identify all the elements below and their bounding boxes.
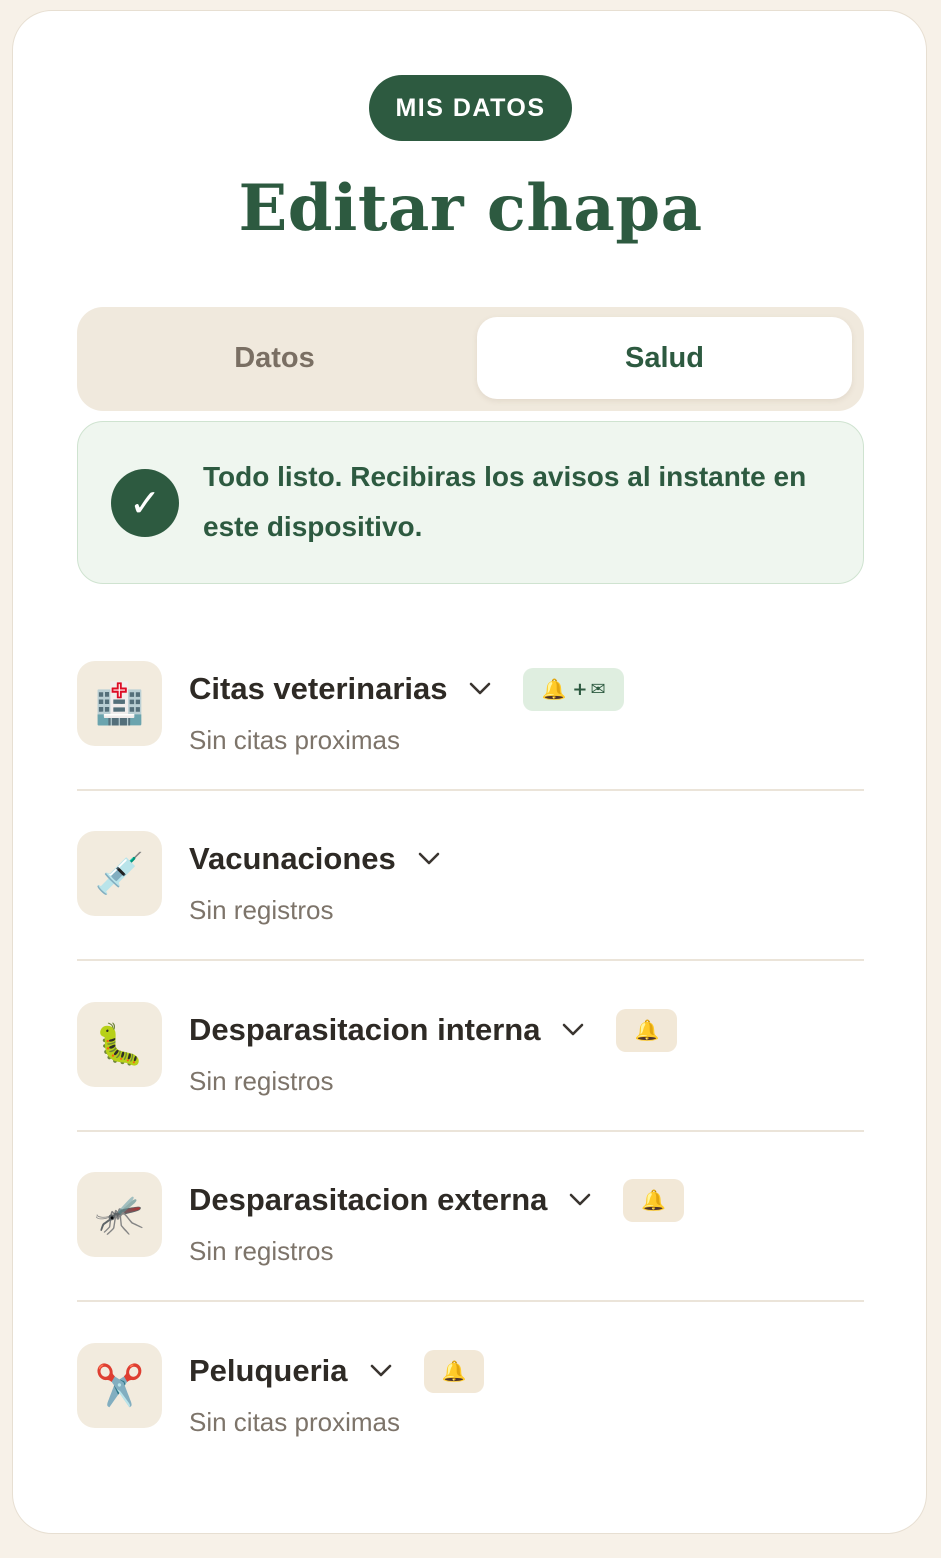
notification-badge[interactable]: 🔔 bbox=[623, 1178, 685, 1222]
scissors-icon: ✂️ bbox=[77, 1343, 162, 1428]
tab-datos[interactable]: Datos bbox=[87, 317, 462, 399]
section-title: Citas veterinarias bbox=[189, 671, 448, 706]
notification-badge[interactable]: 🔔 bbox=[616, 1008, 678, 1052]
section-title: Peluqueria bbox=[189, 1353, 348, 1388]
section-badge: MIS DATOS bbox=[369, 75, 572, 141]
edit-tag-card: MIS DATOS Editar chapa Datos Salud ✓ Tod… bbox=[12, 10, 927, 1534]
chevron-down-icon[interactable] bbox=[569, 1189, 591, 1211]
mail-icon: ✉ bbox=[590, 678, 606, 700]
chevron-down-icon[interactable] bbox=[469, 678, 491, 700]
section-citas-veterinarias[interactable]: 🏥 Citas veterinarias 🔔 + ✉ Sin citas proxi… bbox=[77, 621, 864, 791]
section-desparasitacion-interna[interactable]: 🐛 Desparasitacion interna 🔔 Sin registro… bbox=[77, 962, 864, 1132]
section-desparasitacion-externa[interactable]: 🦟 Desparasitacion externa 🔔 Sin registro… bbox=[77, 1132, 864, 1302]
chevron-down-icon[interactable] bbox=[418, 848, 440, 870]
divider bbox=[77, 959, 864, 961]
section-title: Vacunaciones bbox=[189, 841, 396, 876]
section-subtitle: Sin registros bbox=[189, 1066, 334, 1096]
section-subtitle: Sin registros bbox=[189, 1236, 334, 1266]
hospital-icon: 🏥 bbox=[77, 661, 162, 746]
mosquito-icon: 🦟 bbox=[77, 1172, 162, 1257]
caterpillar-icon: 🐛 bbox=[77, 1002, 162, 1087]
section-subtitle: Sin registros bbox=[189, 895, 334, 925]
page-title: Editar chapa bbox=[238, 171, 703, 246]
section-title: Desparasitacion externa bbox=[189, 1182, 548, 1217]
section-vacunaciones[interactable]: 💉 Vacunaciones Sin registros bbox=[77, 791, 864, 961]
notification-status-notice: ✓ Todo listo. Recibiras los avisos al in… bbox=[77, 421, 864, 584]
bell-icon: 🔔 bbox=[634, 1018, 660, 1042]
bell-icon: 🔔 bbox=[541, 677, 567, 701]
tab-bar: Datos Salud bbox=[77, 307, 864, 411]
bell-icon: 🔔 bbox=[641, 1188, 667, 1212]
section-subtitle: Sin citas proximas bbox=[189, 1407, 400, 1437]
divider bbox=[77, 1300, 864, 1302]
notification-badge[interactable]: 🔔 + ✉ bbox=[523, 667, 624, 711]
chevron-down-icon[interactable] bbox=[562, 1019, 584, 1041]
notification-badge[interactable]: 🔔 bbox=[423, 1349, 485, 1393]
section-subtitle: Sin citas proximas bbox=[189, 725, 400, 755]
section-peluqueria[interactable]: ✂️ Peluqueria 🔔 Sin citas proximas bbox=[77, 1303, 864, 1473]
syringe-icon: 💉 bbox=[77, 831, 162, 916]
chevron-down-icon[interactable] bbox=[370, 1360, 392, 1382]
bell-icon: 🔔 bbox=[441, 1359, 467, 1383]
section-title: Desparasitacion interna bbox=[189, 1012, 541, 1047]
notice-text: Todo listo. Recibiras los avisos al inst… bbox=[203, 461, 807, 542]
tab-salud[interactable]: Salud bbox=[477, 317, 852, 399]
check-icon: ✓ bbox=[111, 469, 179, 537]
